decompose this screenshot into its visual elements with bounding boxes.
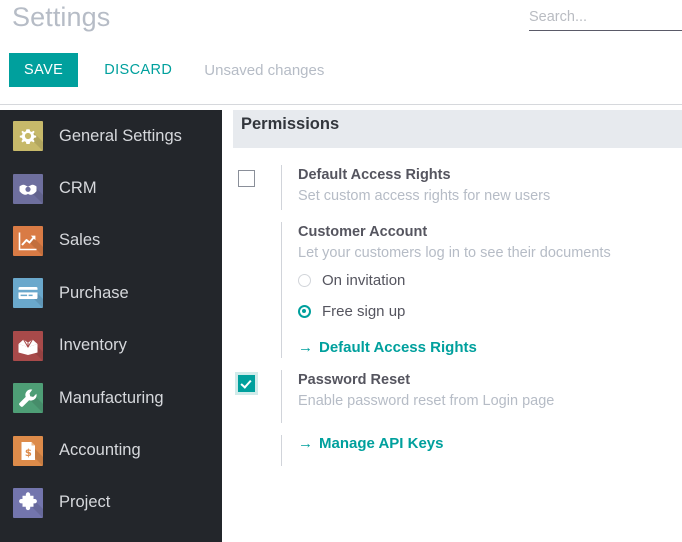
sidebar-item-project[interactable]: Project — [0, 477, 222, 529]
setting-body: Password Reset Enable password reset fro… — [281, 370, 682, 423]
radio-icon-selected[interactable] — [298, 305, 311, 318]
action-bar: SAVE DISCARD Unsaved changes — [0, 53, 324, 87]
sidebar-item-inventory[interactable]: Inventory — [0, 320, 222, 372]
link-default-access-rights[interactable]: → Default Access Rights — [298, 339, 682, 356]
setting-description: Let your customers log in to see their d… — [298, 245, 611, 261]
setting-body: Default Access Rights Set custom access … — [281, 165, 682, 210]
checkbox-column — [238, 435, 281, 440]
radio-icon[interactable] — [298, 274, 311, 287]
sidebar-item-general-settings[interactable]: General Settings — [0, 110, 222, 162]
section-title: Permissions — [241, 115, 340, 133]
credit-card-icon — [13, 278, 43, 309]
link-label: Default Access Rights — [319, 339, 477, 356]
gear-icon — [13, 121, 43, 152]
chart-arrow-icon — [13, 225, 43, 256]
setting-customer-account: Customer Account Let your customers log … — [222, 222, 682, 358]
save-button[interactable]: SAVE — [9, 53, 79, 87]
arrow-right-icon: → — [298, 339, 313, 356]
setting-manage-api-keys: → Manage API Keys — [222, 435, 682, 466]
setting-title: Password Reset — [298, 372, 411, 388]
sidebar-item-label: Project — [59, 493, 111, 512]
radio-label: Free sign up — [322, 303, 406, 320]
setting-body: → Manage API Keys — [281, 435, 682, 466]
settings-list: Default Access Rights Set custom access … — [222, 165, 682, 466]
wrench-icon — [13, 383, 43, 414]
sidebar-item-accounting[interactable]: $ Accounting — [0, 424, 222, 476]
radio-on-invitation[interactable]: On invitation — [298, 265, 682, 296]
svg-text:$: $ — [25, 448, 32, 459]
sidebar-item-manufacturing[interactable]: Manufacturing — [0, 372, 222, 424]
link-label: Manage API Keys — [319, 435, 444, 452]
page-title: Settings — [12, 2, 111, 32]
checkbox-column — [238, 222, 281, 227]
checkbox-column — [238, 370, 281, 392]
setting-default-access-rights: Default Access Rights Set custom access … — [222, 165, 682, 210]
setting-description: Set custom access rights for new users — [298, 188, 551, 204]
setting-password-reset: Password Reset Enable password reset fro… — [222, 370, 682, 423]
box-icon — [13, 330, 43, 361]
invoice-dollar-icon: $ — [13, 435, 43, 466]
sidebar: General Settings CRM Sales Purchase Inve… — [0, 110, 222, 542]
setting-body: Customer Account Let your customers log … — [281, 222, 682, 358]
puzzle-icon — [13, 487, 43, 518]
sidebar-item-label: CRM — [59, 179, 97, 198]
unsaved-changes-label: Unsaved changes — [204, 61, 325, 79]
password-reset-checkbox[interactable] — [238, 375, 255, 392]
sidebar-item-purchase[interactable]: Purchase — [0, 267, 222, 319]
search-box[interactable] — [529, 8, 682, 31]
search-input[interactable] — [529, 9, 682, 31]
sidebar-item-crm[interactable]: CRM — [0, 162, 222, 214]
setting-description: Enable password reset from Login page — [298, 393, 555, 409]
radio-label: On invitation — [322, 272, 406, 289]
setting-title: Customer Account — [298, 224, 428, 240]
arrow-right-icon: → — [298, 435, 313, 452]
sidebar-item-label: Sales — [59, 231, 101, 250]
sidebar-item-label: Purchase — [59, 283, 129, 302]
sidebar-item-label: Inventory — [59, 336, 127, 355]
setting-title: Default Access Rights — [298, 167, 451, 183]
radio-free-sign-up[interactable]: Free sign up — [298, 296, 682, 327]
default-access-rights-checkbox[interactable] — [238, 170, 255, 187]
sidebar-item-label: Accounting — [59, 441, 141, 460]
sidebar-item-label: Manufacturing — [59, 388, 164, 407]
handshake-icon — [13, 173, 43, 204]
top-bar: Settings SAVE DISCARD Unsaved changes — [0, 0, 682, 100]
discard-button[interactable]: DISCARD — [94, 53, 182, 87]
sidebar-item-sales[interactable]: Sales — [0, 215, 222, 267]
link-manage-api-keys[interactable]: → Manage API Keys — [298, 435, 682, 452]
checkbox-column — [238, 165, 281, 187]
sidebar-item-label: General Settings — [59, 126, 182, 145]
settings-content: Permissions Default Access Rights Set cu… — [222, 105, 682, 542]
